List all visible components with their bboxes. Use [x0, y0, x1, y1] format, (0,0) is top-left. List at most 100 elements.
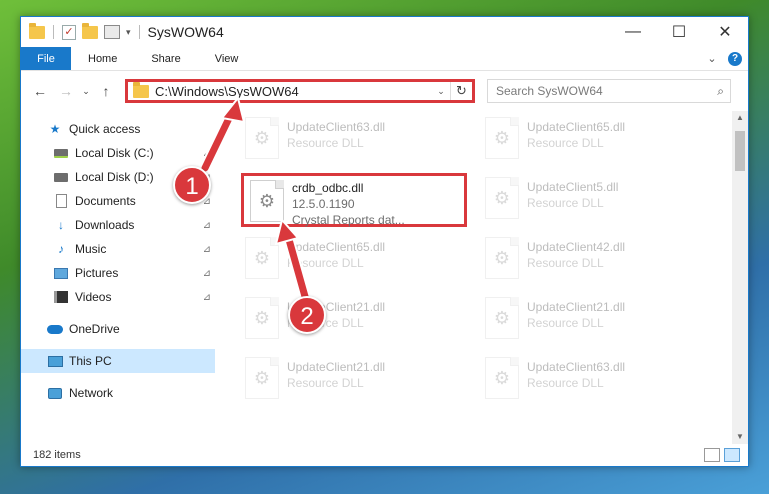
drive-icon [53, 170, 69, 184]
address-path[interactable]: C:\Windows\SysWOW64 [155, 84, 432, 99]
file-item[interactable]: ⚙ UpdateClient65.dll Resource DLL [479, 111, 711, 171]
file-description: Resource DLL [527, 316, 604, 330]
scroll-thumb[interactable] [735, 131, 745, 171]
window-title: SysWOW64 [147, 24, 224, 40]
content-area: ★ Quick access Local Disk (C:) ⊿ Local D… [21, 111, 748, 444]
sidebar-item-local-disk-c[interactable]: Local Disk (C:) ⊿ [21, 141, 215, 165]
onedrive-icon [47, 322, 63, 336]
pin-icon: ⊿ [202, 267, 211, 279]
file-name: UpdateClient21.dll [287, 360, 386, 374]
search-input[interactable]: Search SysWOW64 ⌕ [487, 79, 731, 103]
file-item[interactable]: ⚙ UpdateClient21.dll Resource DLL [239, 351, 471, 411]
navigation-pane: ★ Quick access Local Disk (C:) ⊿ Local D… [21, 111, 215, 444]
sidebar-item-this-pc[interactable]: This PC [21, 349, 215, 373]
sidebar-item-label: Downloads [75, 218, 135, 232]
file-item-crdb-odbc[interactable]: ⚙ crdb_odbc.dll 12.5.0.1190 Crystal Report… [241, 173, 467, 227]
file-list: ⚙ UpdateClient63.dll Resource DLL ⚙ Updat… [215, 111, 748, 444]
sidebar-item-label: This PC [69, 354, 112, 368]
file-description: Resource DLL [527, 136, 604, 150]
sidebar-item-label: Videos [75, 290, 112, 304]
refresh-button[interactable]: ↻ [450, 82, 472, 100]
folder-icon [29, 22, 45, 39]
file-item[interactable]: ⚙ UpdateClient63.dll Resource DLL [239, 111, 471, 171]
documents-icon [53, 194, 69, 208]
network-icon [47, 386, 63, 400]
window-controls: — ☐ ✕ [610, 17, 748, 47]
new-folder-icon[interactable] [82, 22, 98, 39]
sidebar-item-label: Local Disk (D:) [75, 170, 154, 184]
navigation-bar: ← → ⌄ ↑ C:\Windows\SysWOW64 ⌄ ↻ Search S… [21, 71, 748, 111]
search-placeholder: Search SysWOW64 [496, 84, 603, 98]
scroll-up-icon[interactable]: ▲ [732, 111, 748, 125]
separator [53, 25, 54, 39]
expand-ribbon-icon[interactable]: ⌄ [702, 47, 722, 70]
tab-share[interactable]: Share [134, 47, 197, 70]
sidebar-item-onedrive[interactable]: OneDrive [21, 317, 215, 341]
file-name: UpdateClient5.dll [527, 180, 619, 194]
file-description: Crystal Reports dat... [292, 213, 405, 227]
help-button[interactable]: ? [722, 47, 748, 70]
close-button[interactable]: ✕ [702, 17, 748, 47]
sidebar-item-downloads[interactable]: ↓ Downloads ⊿ [21, 213, 215, 237]
sidebar-item-pictures[interactable]: Pictures ⊿ [21, 261, 215, 285]
recent-locations-button[interactable]: ⌄ [79, 79, 93, 103]
file-description: Resource DLL [287, 376, 364, 390]
sidebar-item-quick-access[interactable]: ★ Quick access [21, 117, 215, 141]
file-name: UpdateClient65.dll [287, 240, 386, 254]
customize-toolbar-icon[interactable] [104, 25, 120, 39]
pin-icon: ⊿ [202, 243, 211, 255]
tab-view[interactable]: View [198, 47, 256, 70]
pin-icon: ⊿ [202, 147, 211, 159]
dll-file-icon: ⚙ [245, 297, 279, 339]
explorer-window: ✓ ▾ SysWOW64 — ☐ ✕ File Home Share View … [20, 16, 749, 467]
music-icon: ♪ [58, 242, 64, 256]
maximize-button[interactable]: ☐ [656, 17, 702, 47]
file-name: UpdateClient21.dll [527, 300, 626, 314]
file-description: Resource DLL [527, 256, 604, 270]
file-item[interactable]: ⚙ UpdateClient65.dll Resource DLL [239, 231, 471, 291]
minimize-button[interactable]: — [610, 17, 656, 47]
file-description: Resource DLL [287, 256, 364, 270]
dll-file-icon: ⚙ [245, 357, 279, 399]
view-switcher [704, 448, 740, 462]
file-name: crdb_odbc.dll [292, 181, 364, 195]
file-item[interactable]: ⚙ UpdateClient63.dll Resource DLL [479, 351, 711, 411]
forward-button[interactable]: → [53, 79, 79, 103]
toolbar-dropdown-icon[interactable]: ▾ [126, 27, 131, 38]
back-button[interactable]: ← [27, 79, 53, 103]
file-description: Resource DLL [287, 136, 364, 150]
file-item[interactable]: ⚙ UpdateClient21.dll Resource DLL [479, 291, 711, 351]
file-version: 12.5.0.1190 [292, 197, 355, 211]
file-item[interactable]: ⚙ UpdateClient5.dll Resource DLL [479, 171, 711, 231]
vertical-scrollbar[interactable]: ▲ ▼ [732, 111, 748, 444]
sidebar-item-label: OneDrive [69, 322, 120, 336]
tab-home[interactable]: Home [71, 47, 134, 70]
tiles-view-icon[interactable] [724, 448, 740, 462]
sidebar-item-label: Music [75, 242, 107, 256]
sidebar-item-network[interactable]: Network [21, 381, 215, 405]
sidebar-item-music[interactable]: ♪ Music ⊿ [21, 237, 215, 261]
pictures-icon [53, 266, 69, 280]
file-name: UpdateClient63.dll [287, 120, 386, 134]
dll-file-icon: ⚙ [485, 177, 519, 219]
separator [138, 25, 140, 39]
address-bar[interactable]: C:\Windows\SysWOW64 ⌄ ↻ [125, 79, 475, 103]
file-name: UpdateClient63.dll [527, 360, 626, 374]
sidebar-item-videos[interactable]: Videos ⊿ [21, 285, 215, 309]
properties-check-icon[interactable]: ✓ [62, 24, 76, 40]
address-dropdown-icon[interactable]: ⌄ [432, 86, 450, 97]
scroll-down-icon[interactable]: ▼ [732, 430, 748, 444]
file-item[interactable]: ⚙ UpdateClient42.dll Resource DLL [479, 231, 711, 291]
file-item[interactable]: ⚙ UpdateClient21.dll Resource DLL [239, 291, 471, 351]
pin-icon: ⊿ [202, 219, 211, 231]
file-tab[interactable]: File [21, 47, 71, 70]
folder-icon [133, 81, 149, 98]
details-view-icon[interactable] [704, 448, 720, 462]
step-1-badge: 1 [173, 166, 211, 204]
status-bar: 182 items [21, 444, 748, 466]
file-name: UpdateClient42.dll [527, 240, 626, 254]
dll-file-icon: ⚙ [485, 357, 519, 399]
up-button[interactable]: ↑ [93, 79, 119, 103]
